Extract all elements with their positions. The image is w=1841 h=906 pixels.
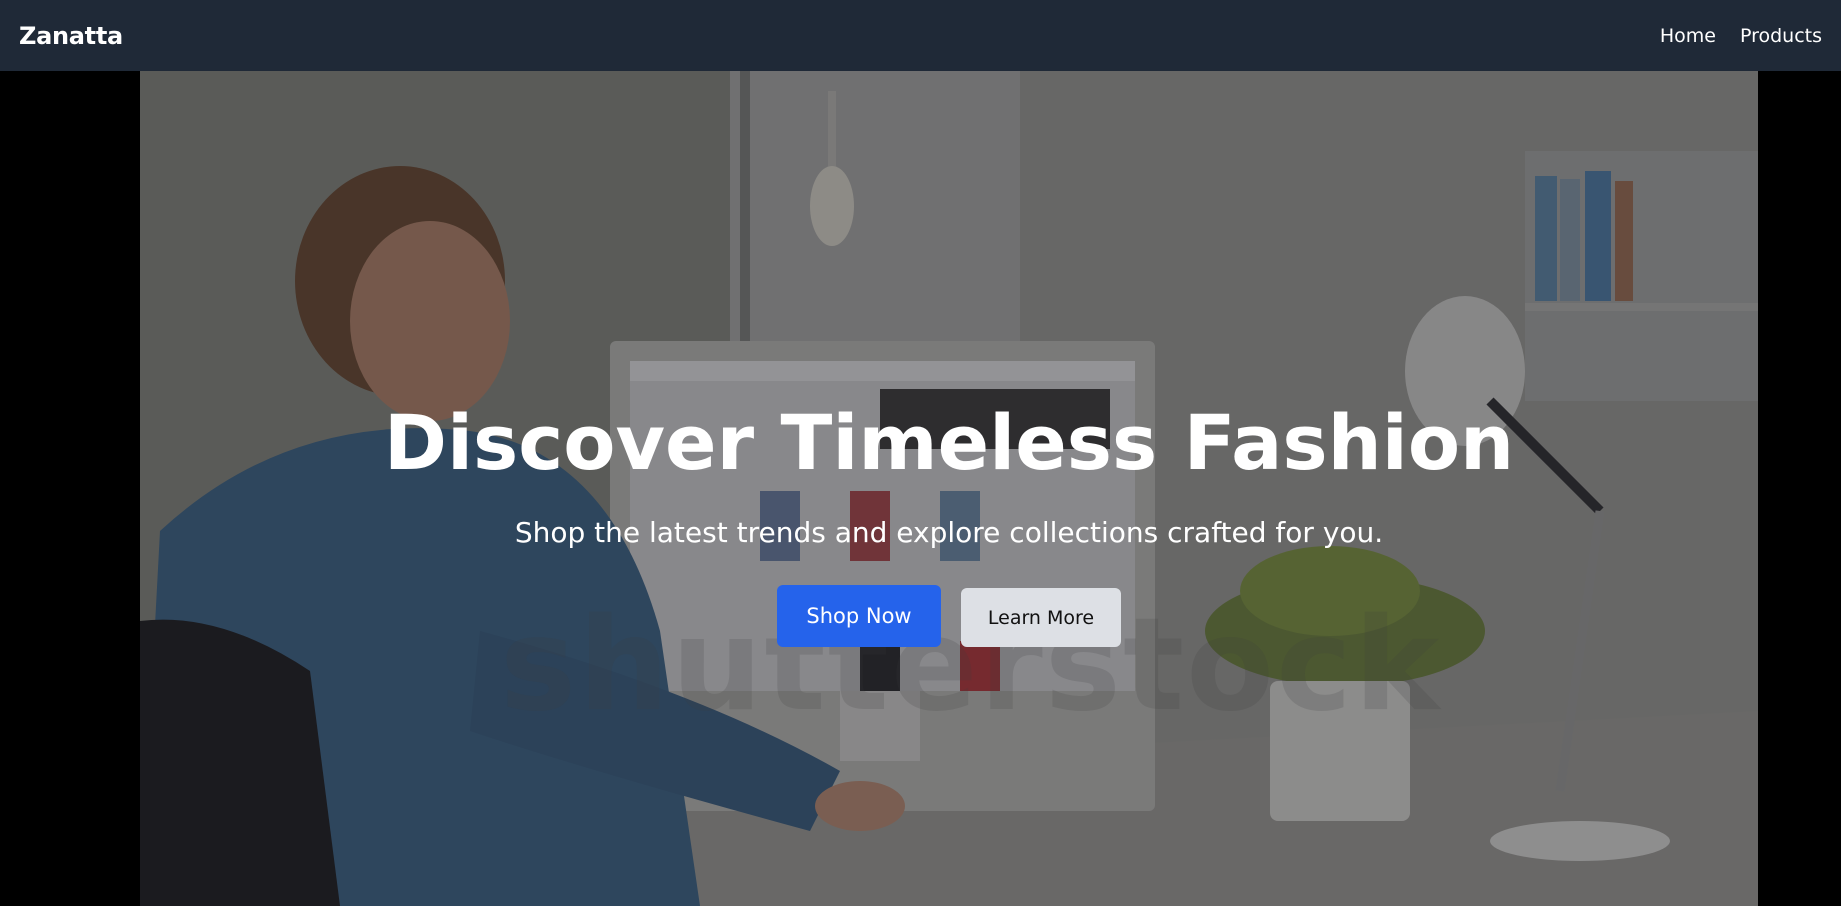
brand-logo[interactable]: Zanatta — [19, 22, 123, 50]
hero-buttons: Shop Now Learn More — [140, 585, 1758, 647]
learn-more-button[interactable]: Learn More — [961, 588, 1121, 647]
nav-link-products[interactable]: Products — [1740, 25, 1822, 47]
hero-content: Discover Timeless Fashion Shop the lates… — [140, 71, 1758, 906]
hero-subtitle: Shop the latest trends and explore colle… — [514, 516, 1384, 549]
hero-section: shutterstock Discover Timeless Fashion S… — [140, 71, 1758, 906]
shop-now-button[interactable]: Shop Now — [777, 585, 941, 647]
navbar: Zanatta Home Products — [0, 0, 1841, 71]
nav-link-home[interactable]: Home — [1660, 25, 1716, 47]
nav-links: Home Products — [1660, 25, 1822, 47]
hero-title: Discover Timeless Fashion — [383, 398, 1515, 487]
